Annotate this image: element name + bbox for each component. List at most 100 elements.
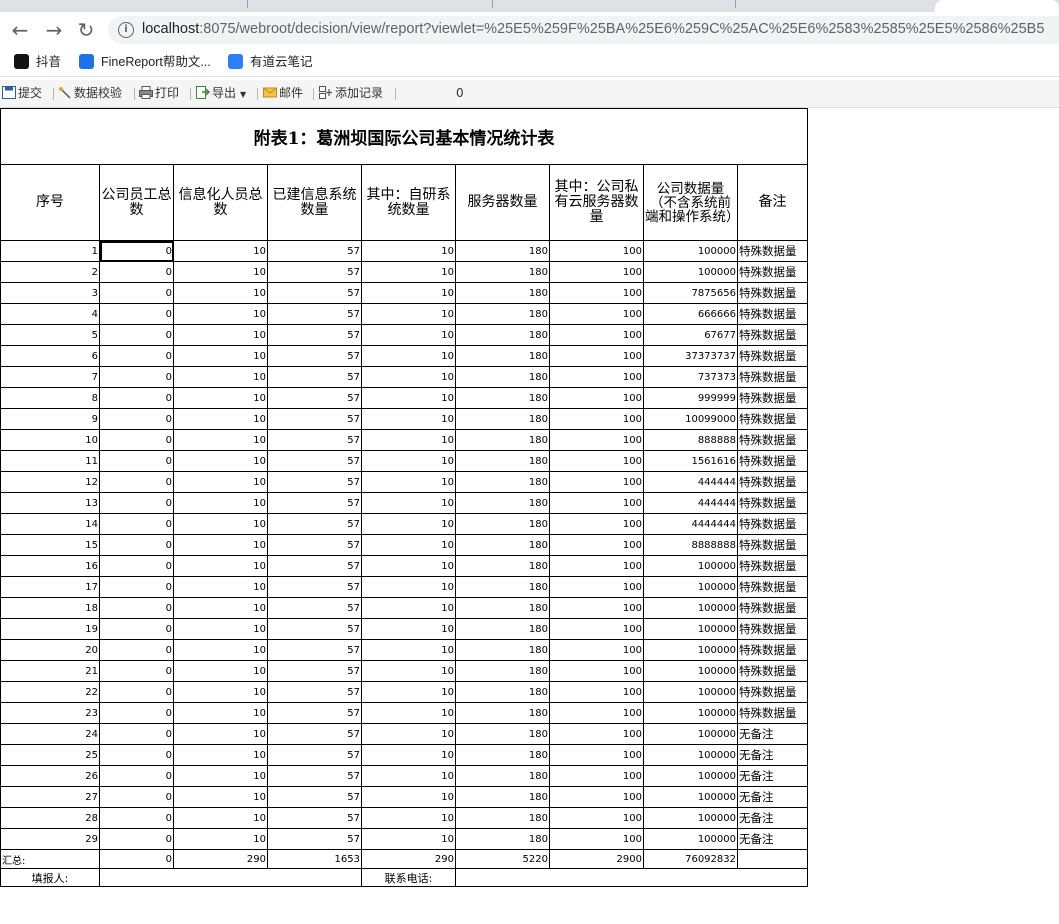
data-cell[interactable]: 10 [361, 828, 456, 850]
data-cell[interactable]: 0 [99, 555, 174, 577]
data-cell[interactable]: 100000 [643, 639, 738, 661]
data-cell[interactable]: 180 [455, 534, 550, 556]
data-cell[interactable]: 10 [173, 660, 268, 682]
data-cell[interactable]: 10099000 [643, 408, 738, 430]
data-cell[interactable]: 0 [99, 807, 174, 829]
data-cell[interactable]: 100 [549, 324, 644, 346]
data-cell[interactable]: 100000 [643, 240, 738, 262]
data-cell[interactable]: 10 [173, 387, 268, 409]
data-cell[interactable]: 100 [549, 303, 644, 325]
remark-cell[interactable]: 无备注 [737, 786, 808, 808]
data-cell[interactable]: 10 [173, 828, 268, 850]
data-cell[interactable]: 10 [361, 534, 456, 556]
remark-cell[interactable]: 无备注 [737, 765, 808, 787]
data-cell[interactable]: 57 [267, 366, 362, 388]
data-cell[interactable]: 0 [99, 471, 174, 493]
data-cell[interactable]: 180 [455, 471, 550, 493]
data-cell[interactable]: 666666 [643, 303, 738, 325]
data-cell[interactable]: 10 [173, 492, 268, 514]
data-cell[interactable]: 57 [267, 303, 362, 325]
data-cell[interactable]: 0 [99, 492, 174, 514]
data-cell[interactable]: 10 [173, 786, 268, 808]
remark-cell[interactable]: 特殊数据量 [737, 282, 808, 304]
data-cell[interactable]: 57 [267, 492, 362, 514]
data-cell[interactable]: 100 [549, 513, 644, 535]
remark-cell[interactable]: 特殊数据量 [737, 303, 808, 325]
data-cell[interactable]: 0 [99, 324, 174, 346]
data-cell[interactable]: 180 [455, 513, 550, 535]
data-cell[interactable]: 7875656 [643, 282, 738, 304]
data-cell[interactable]: 180 [455, 702, 550, 724]
data-cell[interactable]: 57 [267, 765, 362, 787]
data-cell[interactable]: 57 [267, 534, 362, 556]
data-cell[interactable]: 0 [99, 618, 174, 640]
data-cell[interactable]: 57 [267, 807, 362, 829]
data-cell[interactable]: 10 [361, 240, 456, 262]
data-cell[interactable]: 57 [267, 576, 362, 598]
data-cell[interactable]: 0 [99, 639, 174, 661]
data-cell[interactable]: 100 [549, 576, 644, 598]
remark-cell[interactable]: 特殊数据量 [737, 555, 808, 577]
data-cell[interactable]: 10 [361, 555, 456, 577]
data-cell[interactable]: 100000 [643, 744, 738, 766]
data-cell[interactable]: 0 [99, 828, 174, 850]
data-cell[interactable]: 10 [361, 723, 456, 745]
data-cell[interactable]: 100 [549, 534, 644, 556]
data-cell[interactable]: 0 [99, 429, 174, 451]
bookmark-douyin[interactable]: 抖音 [14, 53, 61, 71]
data-cell[interactable]: 57 [267, 471, 362, 493]
data-cell[interactable]: 57 [267, 345, 362, 367]
data-cell[interactable]: 999999 [643, 387, 738, 409]
data-cell[interactable]: 10 [173, 576, 268, 598]
data-cell[interactable]: 57 [267, 702, 362, 724]
data-cell[interactable]: 10 [361, 513, 456, 535]
data-cell[interactable]: 100 [549, 681, 644, 703]
phone-input[interactable] [455, 868, 808, 887]
data-cell[interactable]: 10 [173, 450, 268, 472]
data-cell[interactable]: 0 [99, 303, 174, 325]
data-cell[interactable]: 10 [173, 681, 268, 703]
data-cell[interactable]: 180 [455, 408, 550, 430]
data-cell[interactable]: 100 [549, 786, 644, 808]
data-cell[interactable]: 100000 [643, 723, 738, 745]
site-info-icon[interactable]: i [118, 22, 134, 38]
data-cell[interactable]: 100000 [643, 576, 738, 598]
data-cell[interactable]: 180 [455, 639, 550, 661]
back-arrow-icon[interactable]: ← [6, 16, 34, 44]
data-cell[interactable]: 180 [455, 303, 550, 325]
remark-cell[interactable]: 特殊数据量 [737, 597, 808, 619]
data-cell[interactable]: 10 [173, 555, 268, 577]
data-cell[interactable]: 57 [267, 429, 362, 451]
add-record-button[interactable]: 添加记录 [319, 85, 383, 102]
data-cell[interactable]: 67677 [643, 324, 738, 346]
data-cell[interactable]: 57 [267, 723, 362, 745]
data-cell[interactable]: 180 [455, 240, 550, 262]
data-cell[interactable]: 100 [549, 807, 644, 829]
data-cell[interactable]: 100000 [643, 618, 738, 640]
data-cell[interactable]: 10 [361, 618, 456, 640]
data-cell[interactable]: 100 [549, 387, 644, 409]
data-cell[interactable]: 100000 [643, 681, 738, 703]
data-cell[interactable]: 10 [173, 303, 268, 325]
data-cell[interactable]: 10 [173, 429, 268, 451]
data-cell[interactable]: 10 [361, 576, 456, 598]
data-cell[interactable]: 0 [99, 408, 174, 430]
data-cell[interactable]: 180 [455, 660, 550, 682]
data-cell[interactable]: 57 [267, 744, 362, 766]
data-cell[interactable]: 0 [99, 681, 174, 703]
data-cell[interactable]: 888888 [643, 429, 738, 451]
data-cell[interactable]: 737373 [643, 366, 738, 388]
remark-cell[interactable]: 特殊数据量 [737, 429, 808, 451]
data-cell[interactable]: 100 [549, 639, 644, 661]
data-cell[interactable]: 100 [549, 828, 644, 850]
data-cell[interactable]: 57 [267, 324, 362, 346]
data-cell[interactable]: 37373737 [643, 345, 738, 367]
remark-cell[interactable]: 特殊数据量 [737, 660, 808, 682]
data-cell[interactable]: 57 [267, 681, 362, 703]
data-cell[interactable]: 0 [99, 576, 174, 598]
data-cell[interactable]: 0 [99, 261, 174, 283]
remark-cell[interactable]: 特殊数据量 [737, 618, 808, 640]
data-cell[interactable]: 180 [455, 345, 550, 367]
remark-cell[interactable]: 无备注 [737, 807, 808, 829]
data-cell[interactable]: 180 [455, 597, 550, 619]
